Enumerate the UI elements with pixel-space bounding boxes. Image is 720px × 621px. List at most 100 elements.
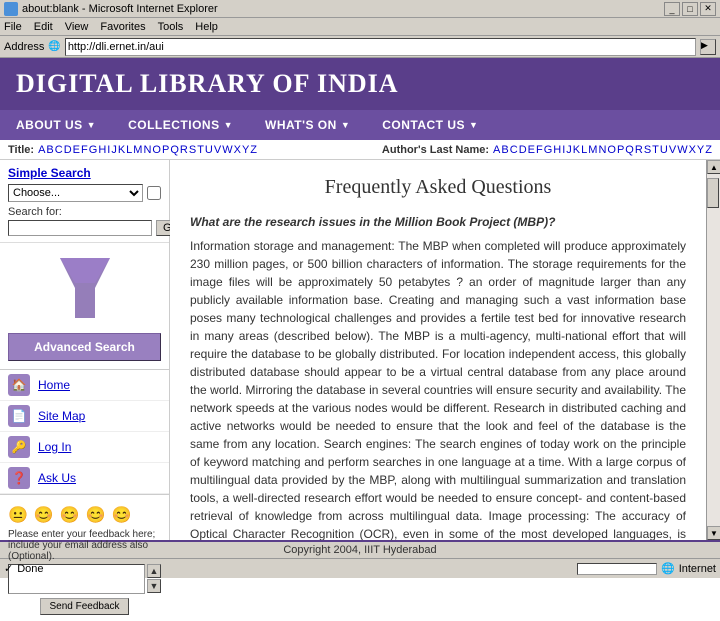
author-alpha-Q[interactable]: Q [625, 144, 634, 156]
minimize-button[interactable]: _ [664, 2, 680, 16]
feedback-face-5[interactable]: 😊 [112, 505, 132, 525]
sidebar-nav-askus[interactable]: ❓ Ask Us [0, 463, 169, 494]
feedback-face-4[interactable]: 😊 [86, 505, 106, 525]
author-alpha-I[interactable]: I [562, 144, 565, 156]
title-alpha-I[interactable]: I [107, 144, 110, 156]
author-alpha-N[interactable]: N [598, 144, 606, 156]
title-alpha-B[interactable]: B [46, 144, 53, 156]
nav-whats-on[interactable]: What's On ▼ [249, 110, 366, 140]
author-alpha-C[interactable]: C [510, 144, 518, 156]
title-alpha-V[interactable]: V [214, 144, 221, 156]
author-alpha-P[interactable]: P [617, 144, 624, 156]
author-alpha-Y[interactable]: Y [697, 144, 704, 156]
title-alpha-S[interactable]: S [189, 144, 196, 156]
author-alpha-D[interactable]: D [519, 144, 527, 156]
advanced-search-button[interactable]: Advanced Search [8, 333, 161, 361]
author-alpha-M[interactable]: M [588, 144, 597, 156]
author-alpha-S[interactable]: S [644, 144, 651, 156]
feedback-scroll-up[interactable]: ▲ [147, 564, 161, 578]
title-alpha-G[interactable]: G [89, 144, 98, 156]
author-alpha-O[interactable]: O [607, 144, 616, 156]
title-alpha-R[interactable]: R [180, 144, 188, 156]
maximize-button[interactable]: □ [682, 2, 698, 16]
close-button[interactable]: ✕ [700, 2, 716, 16]
choose-checkbox[interactable] [147, 186, 161, 200]
address-label: Address [4, 41, 44, 53]
menu-tools[interactable]: Tools [158, 21, 184, 33]
title-alpha-D[interactable]: D [64, 144, 72, 156]
progress-bar [577, 563, 657, 575]
nav-collections[interactable]: Collections ▼ [112, 110, 249, 140]
author-alpha-H[interactable]: H [553, 144, 561, 156]
choose-select[interactable]: Choose... [8, 184, 143, 202]
title-bar-buttons: _ □ ✕ [664, 2, 716, 16]
author-alpha-K[interactable]: K [573, 144, 580, 156]
title-alpha-A[interactable]: A [38, 144, 45, 156]
title-alpha-L[interactable]: L [126, 144, 132, 156]
title-alpha-P[interactable]: P [162, 144, 169, 156]
title-alpha-C[interactable]: C [55, 144, 63, 156]
sitemap-icon: 📄 [8, 405, 30, 427]
title-alpha-X[interactable]: X [234, 144, 241, 156]
author-alpha-F[interactable]: F [536, 144, 543, 156]
title-alpha-U[interactable]: U [205, 144, 213, 156]
search-for-label: Search for: [8, 206, 161, 218]
send-feedback-button[interactable]: Send Feedback [40, 598, 128, 615]
menu-file[interactable]: File [4, 21, 22, 33]
author-alpha-U[interactable]: U [660, 144, 668, 156]
author-alpha-Z[interactable]: Z [705, 144, 712, 156]
author-alpha-letters: A B C D E F G H I J K L M N O P Q R S T … [493, 144, 712, 156]
feedback-scroll-down[interactable]: ▼ [147, 579, 161, 593]
author-alpha-G[interactable]: G [544, 144, 553, 156]
author-alpha-X[interactable]: X [689, 144, 696, 156]
menu-help[interactable]: Help [195, 21, 218, 33]
simple-search-section: Simple Search Choose... Search for: Go [0, 160, 169, 243]
title-alpha-W[interactable]: W [222, 144, 232, 156]
sidebar-sitemap-label: Site Map [38, 409, 85, 423]
feedback-face-3[interactable]: 😊 [60, 505, 80, 525]
title-alpha-T[interactable]: T [197, 144, 204, 156]
author-alpha-T[interactable]: T [652, 144, 659, 156]
scroll-down-button[interactable]: ▼ [707, 526, 720, 540]
menu-favorites[interactable]: Favorites [100, 21, 145, 33]
site-title: Digital Library Of India [16, 69, 399, 99]
title-alpha-Z[interactable]: Z [250, 144, 257, 156]
menu-view[interactable]: View [65, 21, 89, 33]
title-alpha-F[interactable]: F [81, 144, 88, 156]
address-input[interactable] [65, 38, 696, 56]
simple-search-link[interactable]: Simple Search [8, 166, 91, 180]
feedback-face-1[interactable]: 😐 [8, 505, 28, 525]
title-alpha-J[interactable]: J [111, 144, 117, 156]
title-alpha-M[interactable]: M [133, 144, 142, 156]
author-alpha-V[interactable]: V [669, 144, 676, 156]
title-alpha-Q[interactable]: Q [170, 144, 179, 156]
title-alpha-O[interactable]: O [152, 144, 161, 156]
author-alpha-B[interactable]: B [501, 144, 508, 156]
search-input[interactable] [8, 220, 152, 236]
author-alpha-R[interactable]: R [635, 144, 643, 156]
title-alpha-N[interactable]: N [143, 144, 151, 156]
author-alpha-E[interactable]: E [528, 144, 535, 156]
nav-whats-on-arrow: ▼ [341, 120, 350, 130]
title-alpha-E[interactable]: E [73, 144, 80, 156]
author-alpha-L[interactable]: L [581, 144, 587, 156]
address-go-button[interactable]: ▶ [700, 39, 716, 55]
sidebar-nav-home[interactable]: 🏠 Home [0, 370, 169, 401]
nav-about-us[interactable]: About Us ▼ [0, 110, 112, 140]
sidebar-askus-label: Ask Us [38, 471, 76, 485]
scroll-thumb[interactable] [707, 178, 719, 208]
title-alpha-Y[interactable]: Y [242, 144, 249, 156]
title-alpha-H[interactable]: H [98, 144, 106, 156]
author-alpha-A[interactable]: A [493, 144, 500, 156]
title-alpha-K[interactable]: K [118, 144, 125, 156]
feedback-face-2[interactable]: 😊 [34, 505, 54, 525]
nav-contact-us[interactable]: Contact Us ▼ [366, 110, 494, 140]
scroll-up-button[interactable]: ▲ [707, 160, 720, 174]
scroll-track [707, 174, 720, 526]
nav-about-us-label: About Us [16, 118, 83, 132]
author-alpha-W[interactable]: W [677, 144, 687, 156]
sidebar-nav-sitemap[interactable]: 📄 Site Map [0, 401, 169, 432]
sidebar-nav-login[interactable]: 🔑 Log In [0, 432, 169, 463]
author-alpha-J[interactable]: J [566, 144, 572, 156]
menu-edit[interactable]: Edit [34, 21, 53, 33]
